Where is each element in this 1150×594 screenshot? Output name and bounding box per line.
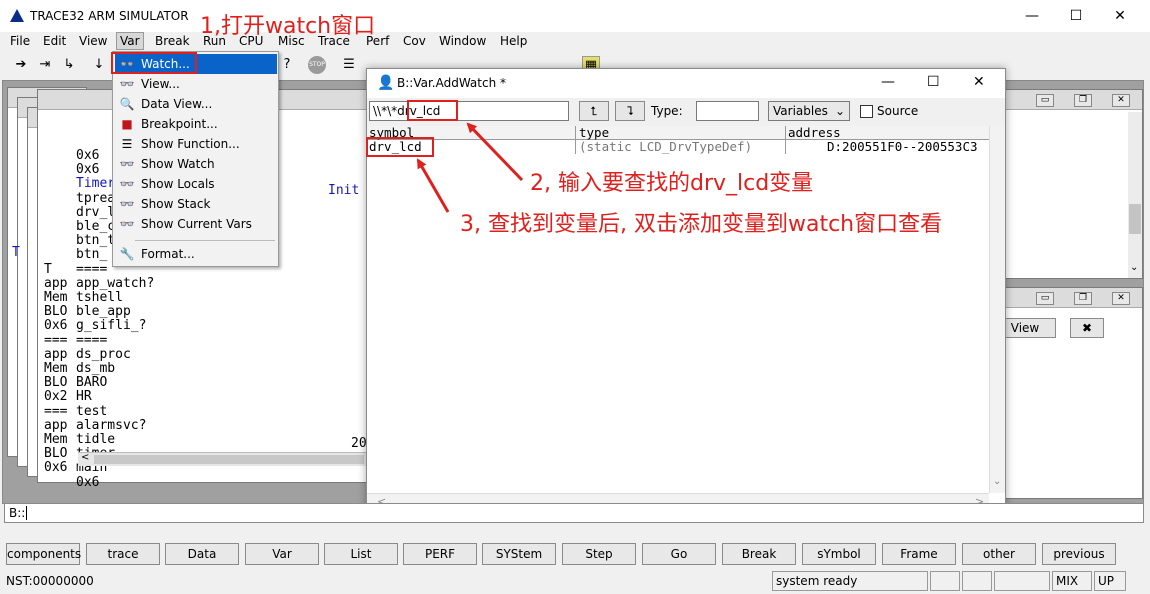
status-cell-2: [962, 571, 992, 591]
softkey-var[interactable]: Var: [245, 543, 319, 565]
softkey-go[interactable]: Go: [642, 543, 716, 565]
status-direction: UP: [1094, 571, 1126, 591]
softkey-step[interactable]: Step: [562, 543, 636, 565]
status-cell-3: [994, 571, 1050, 591]
command-line-input[interactable]: B::: [4, 503, 1144, 523]
softkey-trace[interactable]: trace: [86, 543, 160, 565]
status-bar: NST:00000000 system ready MIX UP: [0, 570, 1150, 594]
status-state: system ready: [772, 571, 928, 591]
softkey-perf[interactable]: PERF: [403, 543, 477, 565]
softkey-bar: components trace Data Var List PERF SYSt…: [0, 540, 1150, 570]
softkey-frame[interactable]: Frame: [882, 543, 956, 565]
softkey-system[interactable]: SYStem: [482, 543, 556, 565]
status-cell-1: [930, 571, 960, 591]
softkey-previous[interactable]: previous: [1042, 543, 1116, 565]
softkey-data[interactable]: Data: [165, 543, 239, 565]
text-cursor: [26, 506, 32, 520]
softkey-list[interactable]: List: [324, 543, 398, 565]
arrow-step2-icon: [466, 122, 524, 182]
status-mode: MIX: [1052, 571, 1092, 591]
softkey-other[interactable]: other: [962, 543, 1036, 565]
annotation-step2: 2, 输入要查找的drv_lcd变量: [530, 171, 814, 196]
annotation-step3: 3, 查找到变量后, 双击添加变量到watch窗口查看: [460, 212, 943, 237]
softkey-components[interactable]: components: [6, 543, 81, 565]
softkey-break[interactable]: Break: [722, 543, 796, 565]
arrow-step3-icon: [416, 158, 450, 213]
softkey-symbol[interactable]: sYmbol: [802, 543, 876, 565]
command-prompt: B::: [9, 506, 26, 520]
status-address: NST:00000000: [6, 574, 94, 588]
annotation-step1: 1,打开watch窗口: [200, 14, 376, 39]
